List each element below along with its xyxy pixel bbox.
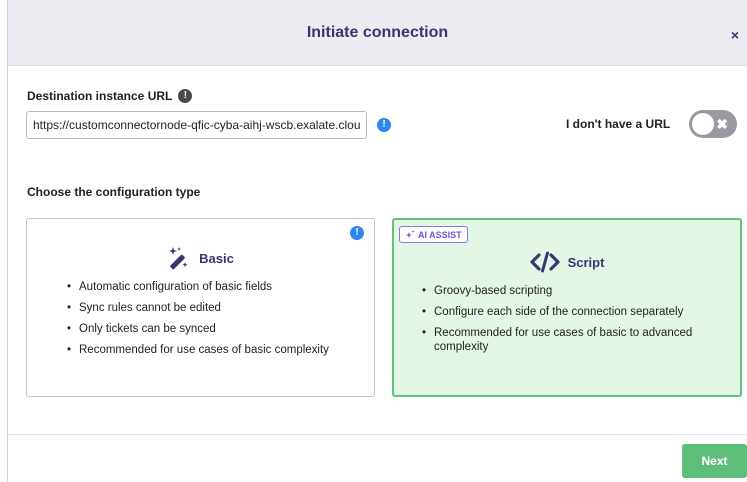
destination-url-input[interactable] <box>26 111 367 139</box>
url-warning-icon[interactable]: ! <box>377 118 391 132</box>
script-feature-list: Groovy-based scripting Configure each si… <box>422 284 732 361</box>
configuration-type-label: Choose the configuration type <box>27 185 201 199</box>
list-item: Configure each side of the connection se… <box>422 305 732 319</box>
footer-divider <box>8 434 747 435</box>
basic-info-icon[interactable]: ! <box>350 226 364 240</box>
close-icon[interactable]: × <box>731 27 739 43</box>
ai-assist-badge: AI ASSIST <box>399 226 468 243</box>
dialog-header: Initiate connection × <box>8 0 747 66</box>
no-url-label: I don't have a URL <box>566 117 671 131</box>
script-card-title: Script <box>567 254 605 270</box>
sparkle-icon <box>406 229 415 238</box>
list-item: Only tickets can be synced <box>67 322 329 336</box>
basic-feature-list: Automatic configuration of basic fields … <box>67 280 329 364</box>
left-divider <box>7 0 8 482</box>
ai-assist-label: AI ASSIST <box>418 229 462 240</box>
no-url-toggle[interactable]: ✖ <box>689 110 737 138</box>
basic-card-title: Basic <box>199 250 234 266</box>
toggle-knob <box>692 113 714 135</box>
list-item: Automatic configuration of basic fields <box>67 280 329 294</box>
destination-url-label: Destination instance URL ! <box>27 89 193 103</box>
destination-url-label-text: Destination instance URL <box>27 89 173 103</box>
info-icon[interactable]: ! <box>178 89 193 103</box>
script-config-card[interactable]: AI ASSIST Script Groovy-based scripting … <box>392 218 742 397</box>
basic-card-header: Basic <box>27 246 374 270</box>
script-card-header: Script <box>394 251 740 273</box>
next-button[interactable]: Next <box>682 444 747 478</box>
magic-wand-icon <box>169 247 188 270</box>
list-item: Recommended for use cases of basic compl… <box>67 343 329 357</box>
list-item: Recommended for use cases of basic to ad… <box>422 326 732 354</box>
list-item: Groovy-based scripting <box>422 284 732 298</box>
dialog-title: Initiate connection <box>306 24 449 41</box>
list-item: Sync rules cannot be edited <box>67 301 329 315</box>
basic-config-card[interactable]: ! Basic Automatic configuration of basic… <box>26 218 375 397</box>
toggle-off-icon: ✖ <box>716 116 728 132</box>
code-icon <box>529 251 560 273</box>
